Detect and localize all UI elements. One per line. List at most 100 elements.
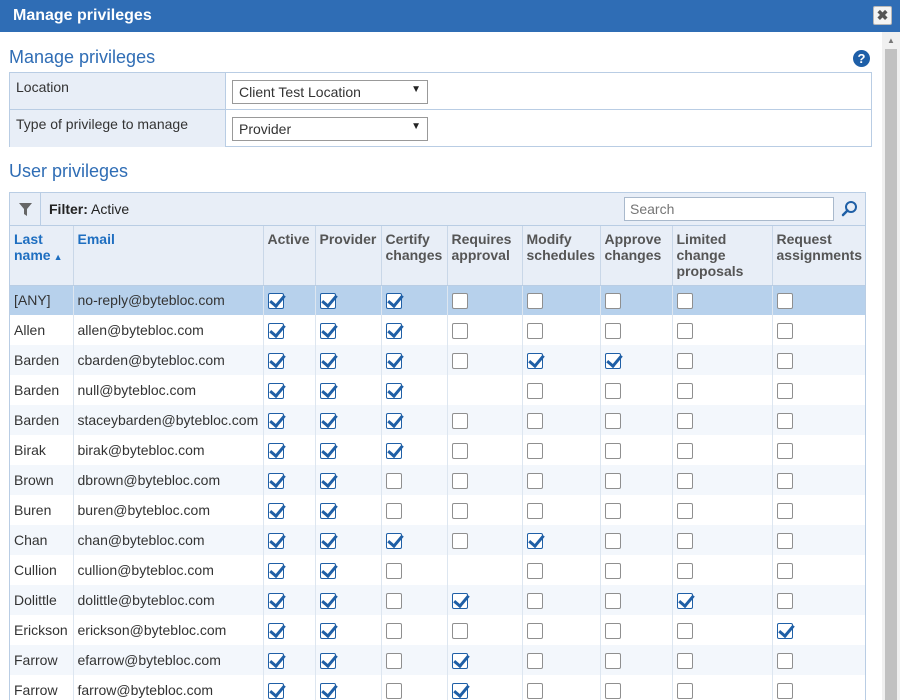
unchecked-checkbox[interactable] [526,502,543,519]
unchecked-checkbox[interactable] [451,442,468,459]
unchecked-checkbox[interactable] [526,292,543,309]
checked-checkbox[interactable] [319,292,336,309]
unchecked-checkbox[interactable] [451,352,468,369]
checked-checkbox[interactable] [267,502,284,519]
checked-checkbox[interactable] [319,532,336,549]
unchecked-checkbox[interactable] [526,622,543,639]
table-row[interactable]: [ANY] no-reply@bytebloc.com [10,285,865,315]
unchecked-checkbox[interactable] [385,652,402,669]
unchecked-checkbox[interactable] [526,562,543,579]
checked-checkbox[interactable] [451,652,468,669]
checked-checkbox[interactable] [267,532,284,549]
table-row[interactable]: Barden null@bytebloc.com [10,375,865,405]
checked-checkbox[interactable] [676,592,693,609]
unchecked-checkbox[interactable] [776,502,793,519]
table-row[interactable]: Barden cbarden@bytebloc.com [10,345,865,375]
checked-checkbox[interactable] [319,442,336,459]
unchecked-checkbox[interactable] [526,412,543,429]
checked-checkbox[interactable] [385,532,402,549]
unchecked-checkbox[interactable] [604,622,621,639]
checked-checkbox[interactable] [319,322,336,339]
checked-checkbox[interactable] [526,532,543,549]
checked-checkbox[interactable] [451,682,468,699]
unchecked-checkbox[interactable] [676,352,693,369]
unchecked-checkbox[interactable] [676,502,693,519]
table-row[interactable]: Brown dbrown@bytebloc.com [10,465,865,495]
unchecked-checkbox[interactable] [776,412,793,429]
table-row[interactable]: Buren buren@bytebloc.com [10,495,865,525]
column-header-limited-change-proposals[interactable]: Limited change proposals [672,226,773,286]
unchecked-checkbox[interactable] [776,652,793,669]
table-row[interactable]: Chan chan@bytebloc.com [10,525,865,555]
unchecked-checkbox[interactable] [526,382,543,399]
column-header-provider[interactable]: Provider [315,226,382,286]
unchecked-checkbox[interactable] [385,562,402,579]
checked-checkbox[interactable] [451,592,468,609]
table-row[interactable]: Erickson erickson@bytebloc.com [10,615,865,645]
column-header-requires-approval[interactable]: Requires approval [447,226,523,286]
checked-checkbox[interactable] [604,352,621,369]
checked-checkbox[interactable] [267,412,284,429]
unchecked-checkbox[interactable] [676,322,693,339]
unchecked-checkbox[interactable] [776,442,793,459]
table-row[interactable]: Barden staceybarden@bytebloc.com [10,405,865,435]
unchecked-checkbox[interactable] [526,322,543,339]
checked-checkbox[interactable] [267,682,284,699]
unchecked-checkbox[interactable] [385,592,402,609]
column-header-active[interactable]: Active [263,226,316,286]
checked-checkbox[interactable] [319,472,336,489]
table-row[interactable]: Farrow efarrow@bytebloc.com [10,645,865,675]
table-row[interactable]: Cullion cullion@bytebloc.com [10,555,865,585]
unchecked-checkbox[interactable] [451,412,468,429]
checked-checkbox[interactable] [385,292,402,309]
search-input[interactable] [624,197,834,221]
checked-checkbox[interactable] [267,322,284,339]
checked-checkbox[interactable] [776,622,793,639]
checked-checkbox[interactable] [319,622,336,639]
unchecked-checkbox[interactable] [776,352,793,369]
checked-checkbox[interactable] [267,382,284,399]
scroll-up-icon[interactable]: ▲ [887,36,895,45]
location-select[interactable]: Client Test Location ▼ [232,80,428,104]
vertical-scrollbar[interactable]: ▲ [882,32,900,700]
unchecked-checkbox[interactable] [385,622,402,639]
unchecked-checkbox[interactable] [676,472,693,489]
unchecked-checkbox[interactable] [604,292,621,309]
checked-checkbox[interactable] [319,352,336,369]
unchecked-checkbox[interactable] [451,502,468,519]
unchecked-checkbox[interactable] [604,442,621,459]
unchecked-checkbox[interactable] [526,592,543,609]
unchecked-checkbox[interactable] [604,502,621,519]
checked-checkbox[interactable] [526,352,543,369]
checked-checkbox[interactable] [319,592,336,609]
unchecked-checkbox[interactable] [776,562,793,579]
unchecked-checkbox[interactable] [526,442,543,459]
unchecked-checkbox[interactable] [604,472,621,489]
checked-checkbox[interactable] [319,502,336,519]
column-header-modify-schedules[interactable]: Modify schedules [522,226,601,286]
unchecked-checkbox[interactable] [385,472,402,489]
table-row[interactable]: Birak birak@bytebloc.com [10,435,865,465]
filter-button[interactable] [10,193,41,225]
checked-checkbox[interactable] [267,442,284,459]
unchecked-checkbox[interactable] [604,652,621,669]
unchecked-checkbox[interactable] [385,682,402,699]
unchecked-checkbox[interactable] [776,292,793,309]
unchecked-checkbox[interactable] [451,532,468,549]
unchecked-checkbox[interactable] [451,472,468,489]
unchecked-checkbox[interactable] [604,562,621,579]
checked-checkbox[interactable] [385,352,402,369]
table-row[interactable]: Farrow farrow@bytebloc.com [10,675,865,700]
checked-checkbox[interactable] [319,652,336,669]
unchecked-checkbox[interactable] [676,292,693,309]
checked-checkbox[interactable] [319,382,336,399]
unchecked-checkbox[interactable] [776,472,793,489]
search-icon[interactable] [841,200,859,218]
unchecked-checkbox[interactable] [604,592,621,609]
scroll-thumb[interactable] [885,49,897,700]
unchecked-checkbox[interactable] [526,652,543,669]
column-header-email[interactable]: Email [73,226,264,286]
unchecked-checkbox[interactable] [776,532,793,549]
table-row[interactable]: Dolittle dolittle@bytebloc.com [10,585,865,615]
unchecked-checkbox[interactable] [451,322,468,339]
